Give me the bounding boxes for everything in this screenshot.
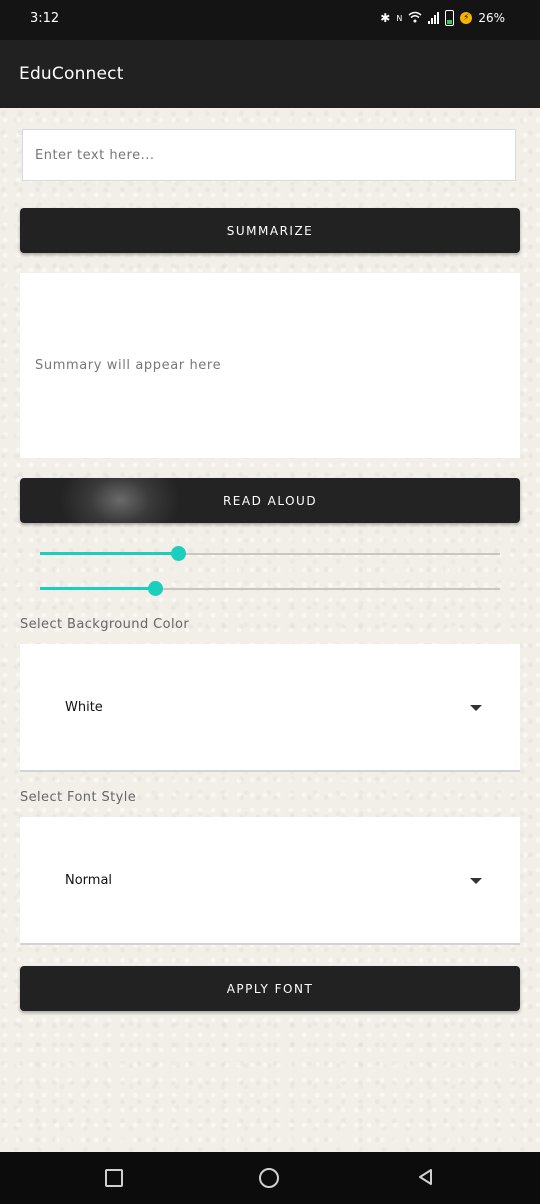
bluetooth-icon: ✱ [380,11,391,25]
read-aloud-button[interactable]: READ ALOUD [20,478,520,523]
battery-percent: 26% [478,11,505,25]
app-title: EduConnect [19,64,124,84]
apply-font-button[interactable]: APPLY FONT [20,966,520,1011]
background-color-selected: White [65,700,103,715]
slider-fill [40,552,178,555]
slider-1[interactable] [40,544,500,564]
navigation-bar [0,1152,540,1204]
slider-thumb[interactable] [171,546,186,561]
font-style-dropdown[interactable]: Normal [20,817,520,945]
background-color-dropdown[interactable]: White [20,644,520,772]
status-icons: ✱ N ⚡ 26% [380,10,505,26]
text-input[interactable] [23,130,515,180]
text-input-container [22,129,516,181]
battery-icon [445,10,455,26]
nfc-icon: N [396,13,403,23]
recent-apps-icon[interactable] [105,1169,123,1187]
back-icon[interactable] [416,1167,436,1187]
summary-placeholder: Summary will appear here [35,358,222,373]
dropdown-arrow-icon [470,878,482,884]
font-style-selected: Normal [65,873,113,888]
font-style-label: Select Font Style [20,790,137,805]
home-icon[interactable] [259,1168,279,1188]
status-bar: 3:12 ✱ N ⚡ 26% [0,0,540,40]
summarize-button[interactable]: SUMMARIZE [20,208,520,253]
signal-icon [428,12,440,24]
summarize-button-label: SUMMARIZE [226,223,314,238]
slider-2[interactable] [40,579,500,599]
summary-output: Summary will appear here [20,273,520,458]
apply-font-button-label: APPLY FONT [226,981,314,996]
status-time: 3:12 [30,11,60,26]
charging-icon: ⚡ [460,12,473,24]
slider-fill [40,587,155,590]
dropdown-arrow-icon [470,705,482,711]
wifi-icon [408,11,422,26]
read-aloud-button-label: READ ALOUD [222,493,318,508]
app-bar: EduConnect [0,40,540,108]
background-color-label: Select Background Color [20,617,190,632]
slider-thumb[interactable] [148,581,163,596]
